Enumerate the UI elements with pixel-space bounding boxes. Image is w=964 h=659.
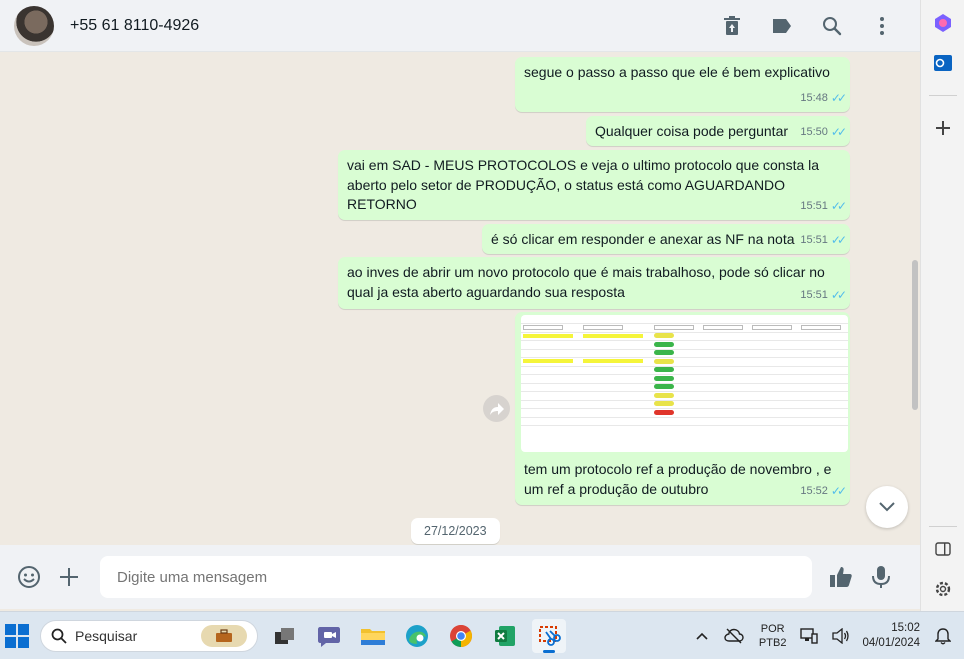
forward-button[interactable] — [483, 395, 510, 422]
thumbs-up-icon[interactable] — [826, 562, 856, 592]
cloud-off-icon[interactable] — [723, 625, 745, 647]
label-icon[interactable] — [770, 14, 794, 38]
chevron-up-icon[interactable] — [691, 625, 713, 647]
briefcase-icon — [201, 624, 247, 647]
message-text: vai em SAD - MEUS PROTOCOLOS e veja o ul… — [347, 157, 820, 212]
message-composer — [0, 545, 920, 609]
message-time: 15:51 — [800, 233, 828, 246]
messages-pane[interactable]: segue o passo a passo que ele é bem expl… — [0, 52, 920, 545]
file-explorer-icon[interactable] — [356, 619, 390, 653]
chat-header: +55 61 8110-4926 — [0, 0, 920, 52]
menu-icon[interactable] — [870, 14, 894, 38]
clock-date: 04/01/2024 — [862, 637, 920, 649]
notification-bell-icon[interactable] — [932, 625, 954, 647]
read-ticks-icon: ✓✓ — [830, 232, 847, 247]
message-bubble[interactable]: segue o passo a passo que ele é bem expl… — [515, 57, 850, 112]
read-ticks-icon: ✓✓ — [830, 198, 847, 213]
date-separator: 27/12/2023 — [411, 518, 500, 544]
contact-name[interactable]: +55 61 8110-4926 — [70, 17, 199, 35]
keyboard-layout: PTB2 — [758, 637, 787, 649]
message-meta: 15:51 ✓✓ — [800, 231, 847, 251]
message-meta: 15:52 ✓✓ — [800, 482, 847, 502]
message-meta: 15:51 ✓✓ — [800, 197, 847, 217]
emoji-icon[interactable] — [14, 562, 44, 592]
sidebar-toggle-icon[interactable] — [931, 537, 955, 561]
chrome-browser-icon[interactable] — [444, 619, 478, 653]
system-tray: POR PTB2 15:02 04/01/2024 — [691, 612, 964, 659]
message-text: é só clicar em responder e anexar as NF … — [491, 231, 795, 247]
search-label: Pesquisar — [75, 627, 138, 644]
forward-icon — [489, 402, 504, 415]
attach-plus-icon[interactable] — [54, 562, 84, 592]
side-divider — [929, 95, 957, 96]
message-time: 15:51 — [800, 199, 828, 212]
avatar[interactable] — [14, 5, 54, 46]
outlook-icon[interactable] — [931, 51, 955, 75]
taskbar-search[interactable]: Pesquisar — [40, 619, 258, 652]
task-view-icon[interactable] — [268, 619, 302, 653]
add-icon[interactable] — [931, 116, 955, 140]
side-divider — [929, 526, 957, 527]
scroll-down-button[interactable] — [866, 486, 908, 528]
image-table-preview — [521, 315, 848, 426]
system-clock[interactable]: 15:02 04/01/2024 — [862, 621, 920, 651]
read-ticks-icon: ✓✓ — [830, 124, 847, 139]
input-language[interactable]: POR PTB2 — [759, 622, 787, 650]
search-icon — [51, 628, 67, 644]
message-caption: tem um protocolo ref a produção de novem… — [524, 461, 832, 497]
language-code: POR — [760, 623, 785, 635]
windows-taskbar: Pesquisar POR PTB2 15:02 04/01/2024 — [0, 611, 964, 659]
message-bubble[interactable]: Qualquer coisa pode perguntar 15:50 ✓✓ — [586, 116, 850, 146]
messages-scrollbar[interactable] — [912, 260, 918, 410]
message-input[interactable] — [100, 556, 812, 598]
message-bubble[interactable]: ao inves de abrir um novo protocolo que … — [338, 257, 850, 309]
message-time: 15:50 — [800, 125, 828, 138]
teams-chat-icon[interactable] — [312, 619, 346, 653]
message-meta: 15:50 ✓✓ — [800, 123, 847, 143]
network-icon[interactable] — [798, 625, 820, 647]
read-ticks-icon: ✓✓ — [830, 287, 847, 302]
header-actions — [720, 14, 894, 38]
search-icon[interactable] — [820, 14, 844, 38]
read-ticks-icon: ✓✓ — [830, 483, 847, 498]
clock-time: 15:02 — [891, 622, 920, 634]
message-time: 15:52 — [800, 484, 828, 497]
message-text: segue o passo a passo que ele é bem expl… — [524, 64, 830, 80]
message-time: 15:48 — [800, 91, 828, 104]
message-meta: 15:48 ✓✓ — [800, 89, 847, 109]
message-time: 15:51 — [800, 288, 828, 301]
edge-browser-icon[interactable] — [400, 619, 434, 653]
trash-icon[interactable] — [720, 14, 744, 38]
start-button[interactable] — [5, 623, 29, 648]
chevron-down-icon — [879, 502, 895, 512]
snipping-tool-icon[interactable] — [532, 618, 566, 653]
message-bubble[interactable]: vai em SAD - MEUS PROTOCOLOS e veja o ul… — [338, 150, 850, 220]
message-meta: 15:51 ✓✓ — [800, 286, 847, 306]
read-ticks-icon: ✓✓ — [830, 90, 847, 105]
microphone-icon[interactable] — [866, 562, 896, 592]
attached-image[interactable] — [521, 315, 848, 452]
settings-gear-icon[interactable] — [931, 577, 955, 601]
message-text: ao inves de abrir um novo protocolo que … — [347, 264, 825, 300]
active-app-indicator — [543, 649, 555, 653]
copilot-icon[interactable] — [931, 11, 955, 35]
message-bubble[interactable]: é só clicar em responder e anexar as NF … — [482, 224, 850, 254]
volume-icon[interactable] — [830, 625, 852, 647]
excel-icon[interactable] — [488, 619, 522, 653]
side-panel — [920, 0, 964, 611]
